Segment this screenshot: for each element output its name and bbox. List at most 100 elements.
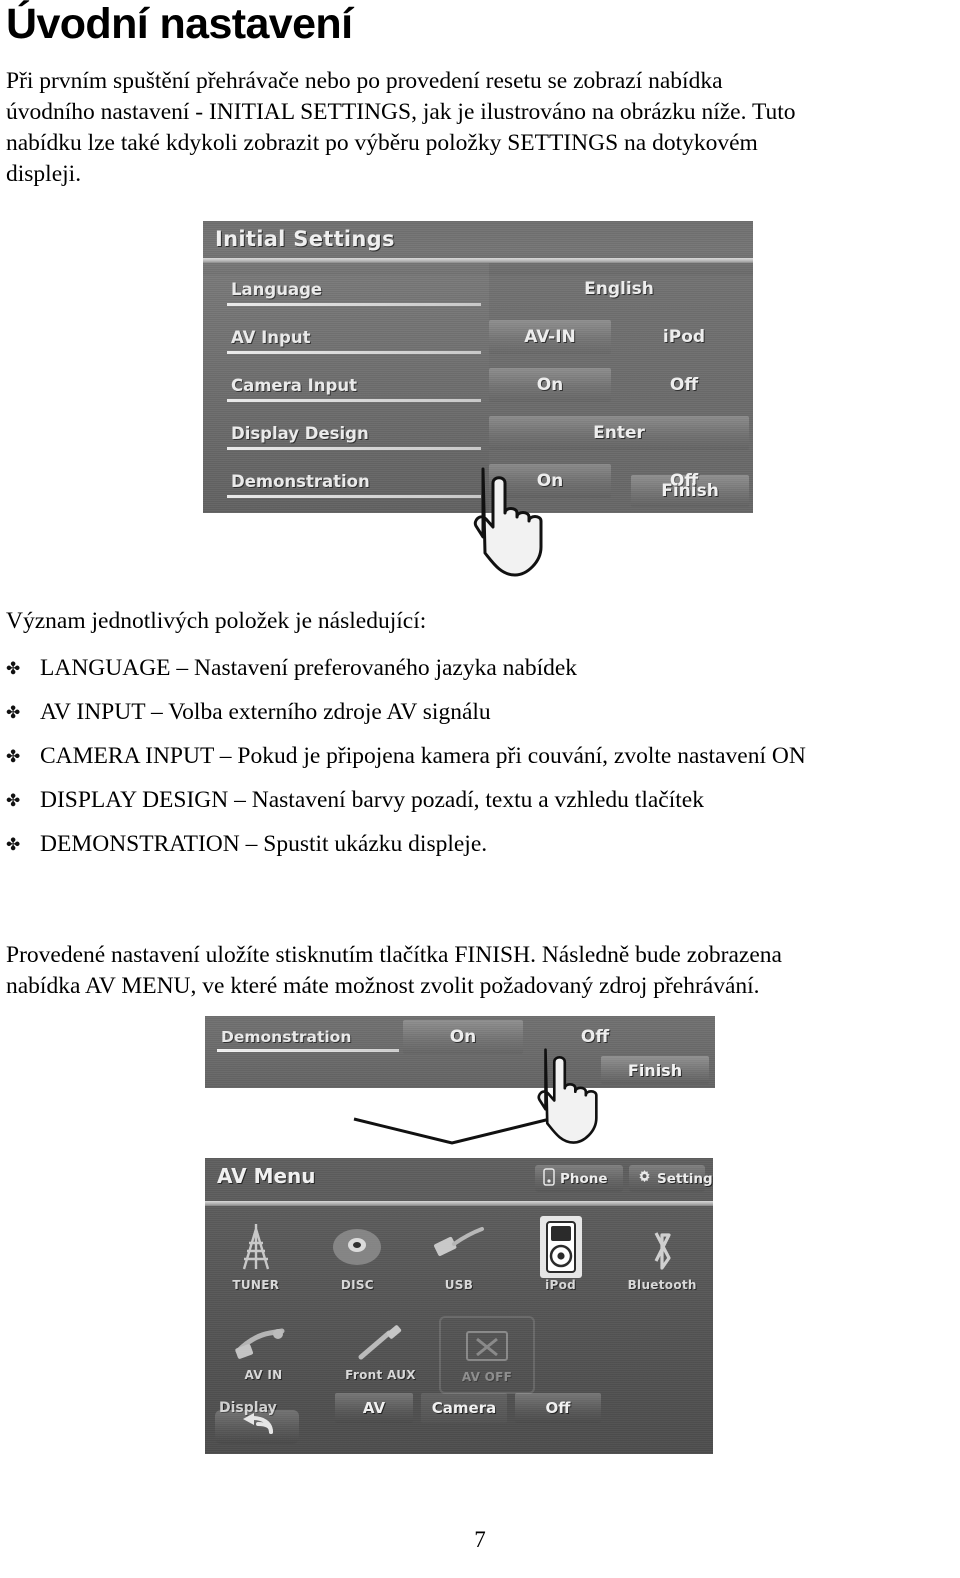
outro-paragraph: Provedené nastavení uložíte stisknutím t… xyxy=(6,940,950,1002)
av-source-disc[interactable]: DISC xyxy=(307,1210,409,1318)
row-label-camera-input: Camera Input xyxy=(203,376,489,402)
av-menu-screen-title: AV Menu xyxy=(217,1164,316,1188)
av-source-label: TUNER xyxy=(232,1278,280,1292)
list-item-dash: – xyxy=(219,743,232,769)
list-item-desc: Volba externího zdroje AV signálu xyxy=(168,699,491,725)
row-label-display-design: Display Design xyxy=(203,424,489,450)
av-source-av-off[interactable]: AV OFF xyxy=(439,1316,535,1394)
phone-button[interactable]: Phone xyxy=(535,1165,623,1192)
av-source-label: DISC xyxy=(340,1278,374,1292)
av-source-label: AV IN xyxy=(244,1368,283,1382)
page-number: 7 xyxy=(474,1527,486,1552)
intro-line-1: Při prvním spuštění přehrávače nebo po p… xyxy=(6,68,723,94)
row-label-demonstration: Demonstration xyxy=(205,1028,403,1052)
phone-button-label: Phone xyxy=(560,1170,608,1187)
down-arrow-icon xyxy=(352,1117,552,1145)
list-item-term: AV INPUT xyxy=(40,699,146,725)
list-lead-in: Význam jednotlivých položek je následují… xyxy=(6,608,427,634)
av-source-label: Bluetooth xyxy=(627,1278,697,1292)
av-source-front-aux[interactable]: Front AUX xyxy=(322,1316,439,1394)
list-item-dash: – xyxy=(176,655,189,681)
list-item-desc: Spustit ukázku displeje. xyxy=(263,831,488,857)
list-item-term: LANGUAGE xyxy=(40,655,171,681)
av-source-label: iPod xyxy=(545,1278,577,1292)
settings-row-language: Language English xyxy=(203,265,753,313)
list-item-term: DISPLAY DESIGN xyxy=(40,787,229,813)
setting-button-label: Setting xyxy=(657,1170,713,1187)
aux-jack-icon xyxy=(355,1322,407,1368)
bullet-marker-icon: ✤ xyxy=(6,659,21,679)
option-demonstration-off[interactable]: Off xyxy=(535,1020,655,1054)
display-button-off[interactable]: Off xyxy=(515,1393,601,1423)
intro-line-3: nabídku lze také kdykoli zobrazit po výb… xyxy=(6,130,758,156)
list-item-desc: Nastavení barvy pozadí, textu a vzhledu … xyxy=(251,787,704,813)
list-item-term: CAMERA INPUT xyxy=(40,743,214,769)
gear-icon xyxy=(637,1169,652,1188)
bullet-marker-icon: ✤ xyxy=(6,835,21,855)
page-title: Úvodní nastavení xyxy=(6,0,353,48)
option-av-input-ipod[interactable]: iPod xyxy=(623,320,745,354)
list-item: ✤ DISPLAY DESIGN – Nastavení barvy pozad… xyxy=(6,778,950,822)
settings-description-list: ✤ LANGUAGE – Nastavení preferovaného jaz… xyxy=(6,646,950,866)
list-item-text: DISPLAY DESIGN – Nastavení barvy pozadí,… xyxy=(40,778,950,822)
figure-av-menu: AV Menu Phone Setting TUNER DISC USB iPo… xyxy=(205,1158,713,1454)
display-button-av[interactable]: AV xyxy=(335,1393,413,1423)
ipod-icon xyxy=(539,1216,582,1278)
display-button-camera[interactable]: Camera xyxy=(421,1393,507,1423)
row-label-av-input: AV Input xyxy=(203,328,489,354)
bullet-marker-icon: ✤ xyxy=(6,747,21,767)
outro-line-1: Provedené nastavení uložíte stisknutím t… xyxy=(6,942,782,968)
list-item: ✤ DEMONSTRATION – Spustit ukázku displej… xyxy=(6,822,950,866)
settings-row-av-input: AV Input AV-IN iPod xyxy=(203,313,753,361)
list-item-term: DEMONSTRATION xyxy=(40,831,240,857)
list-item-text: AV INPUT – Volba externího zdroje AV sig… xyxy=(40,690,950,734)
demonstration-row: Demonstration On Off xyxy=(205,1020,715,1054)
list-item-dash: – xyxy=(245,831,258,857)
option-av-input-avin[interactable]: AV-IN xyxy=(489,320,611,354)
outro-line-2: nabídka AV MENU, ve které máte možnost z… xyxy=(6,973,760,999)
option-camera-input-on[interactable]: On xyxy=(489,368,611,402)
list-item-text: DEMONSTRATION – Spustit ukázku displeje. xyxy=(40,822,950,866)
finish-button[interactable]: Finish xyxy=(631,475,749,507)
option-demonstration-on[interactable]: On xyxy=(489,464,611,498)
list-item-dash: – xyxy=(151,699,163,725)
titlebar-divider xyxy=(203,258,753,263)
bluetooth-icon xyxy=(645,1216,679,1278)
av-source-tuner[interactable]: TUNER xyxy=(205,1210,307,1318)
list-item-dash: – xyxy=(234,787,246,813)
phone-icon xyxy=(543,1167,555,1190)
option-camera-input-off[interactable]: Off xyxy=(623,368,745,402)
settings-row-display-design: Display Design Enter xyxy=(203,409,753,457)
av-source-bluetooth[interactable]: Bluetooth xyxy=(611,1210,713,1318)
option-language-english[interactable]: English xyxy=(489,272,749,306)
av-in-icon xyxy=(234,1322,294,1368)
finish-button[interactable]: Finish xyxy=(601,1056,709,1084)
row-values-display-design: Enter xyxy=(489,409,753,457)
figure-initial-settings: Initial Settings Language English AV Inp… xyxy=(203,221,753,577)
av-source-ipod[interactable]: iPod xyxy=(510,1210,612,1318)
option-display-design-enter[interactable]: Enter xyxy=(489,416,749,450)
row-values-language: English xyxy=(489,265,753,313)
figure-demonstration-strip: Demonstration On Off Finish xyxy=(205,1016,715,1144)
list-item: ✤ CAMERA INPUT – Pokud je připojena kame… xyxy=(6,734,950,778)
list-item-desc: Nastavení preferovaného jazyka nabídek xyxy=(194,655,578,681)
av-source-usb[interactable]: USB xyxy=(408,1210,510,1318)
av-off-icon xyxy=(464,1324,510,1370)
row-values-camera-input: On Off xyxy=(489,361,753,409)
titlebar-divider xyxy=(205,1201,713,1206)
back-button[interactable] xyxy=(215,1410,299,1444)
av-source-label: Front AUX xyxy=(345,1368,416,1382)
list-item-text: CAMERA INPUT – Pokud je připojena kamera… xyxy=(40,734,950,778)
bullet-marker-icon: ✤ xyxy=(6,791,21,811)
av-menu-screen: AV Menu Phone Setting TUNER DISC USB iPo… xyxy=(205,1158,713,1454)
av-source-av-in[interactable]: AV IN xyxy=(205,1316,322,1394)
setting-button[interactable]: Setting xyxy=(629,1165,713,1192)
disc-icon xyxy=(331,1216,383,1278)
bullet-marker-icon: ✤ xyxy=(6,703,21,723)
intro-line-2: úvodního nastavení - INITIAL SETTINGS, j… xyxy=(6,99,796,125)
option-demonstration-on[interactable]: On xyxy=(403,1020,523,1054)
back-arrow-icon xyxy=(238,1412,276,1443)
row-label-demonstration: Demonstration xyxy=(203,472,489,498)
usb-icon xyxy=(432,1216,486,1278)
list-item-text: LANGUAGE – Nastavení preferovaného jazyk… xyxy=(40,646,950,690)
